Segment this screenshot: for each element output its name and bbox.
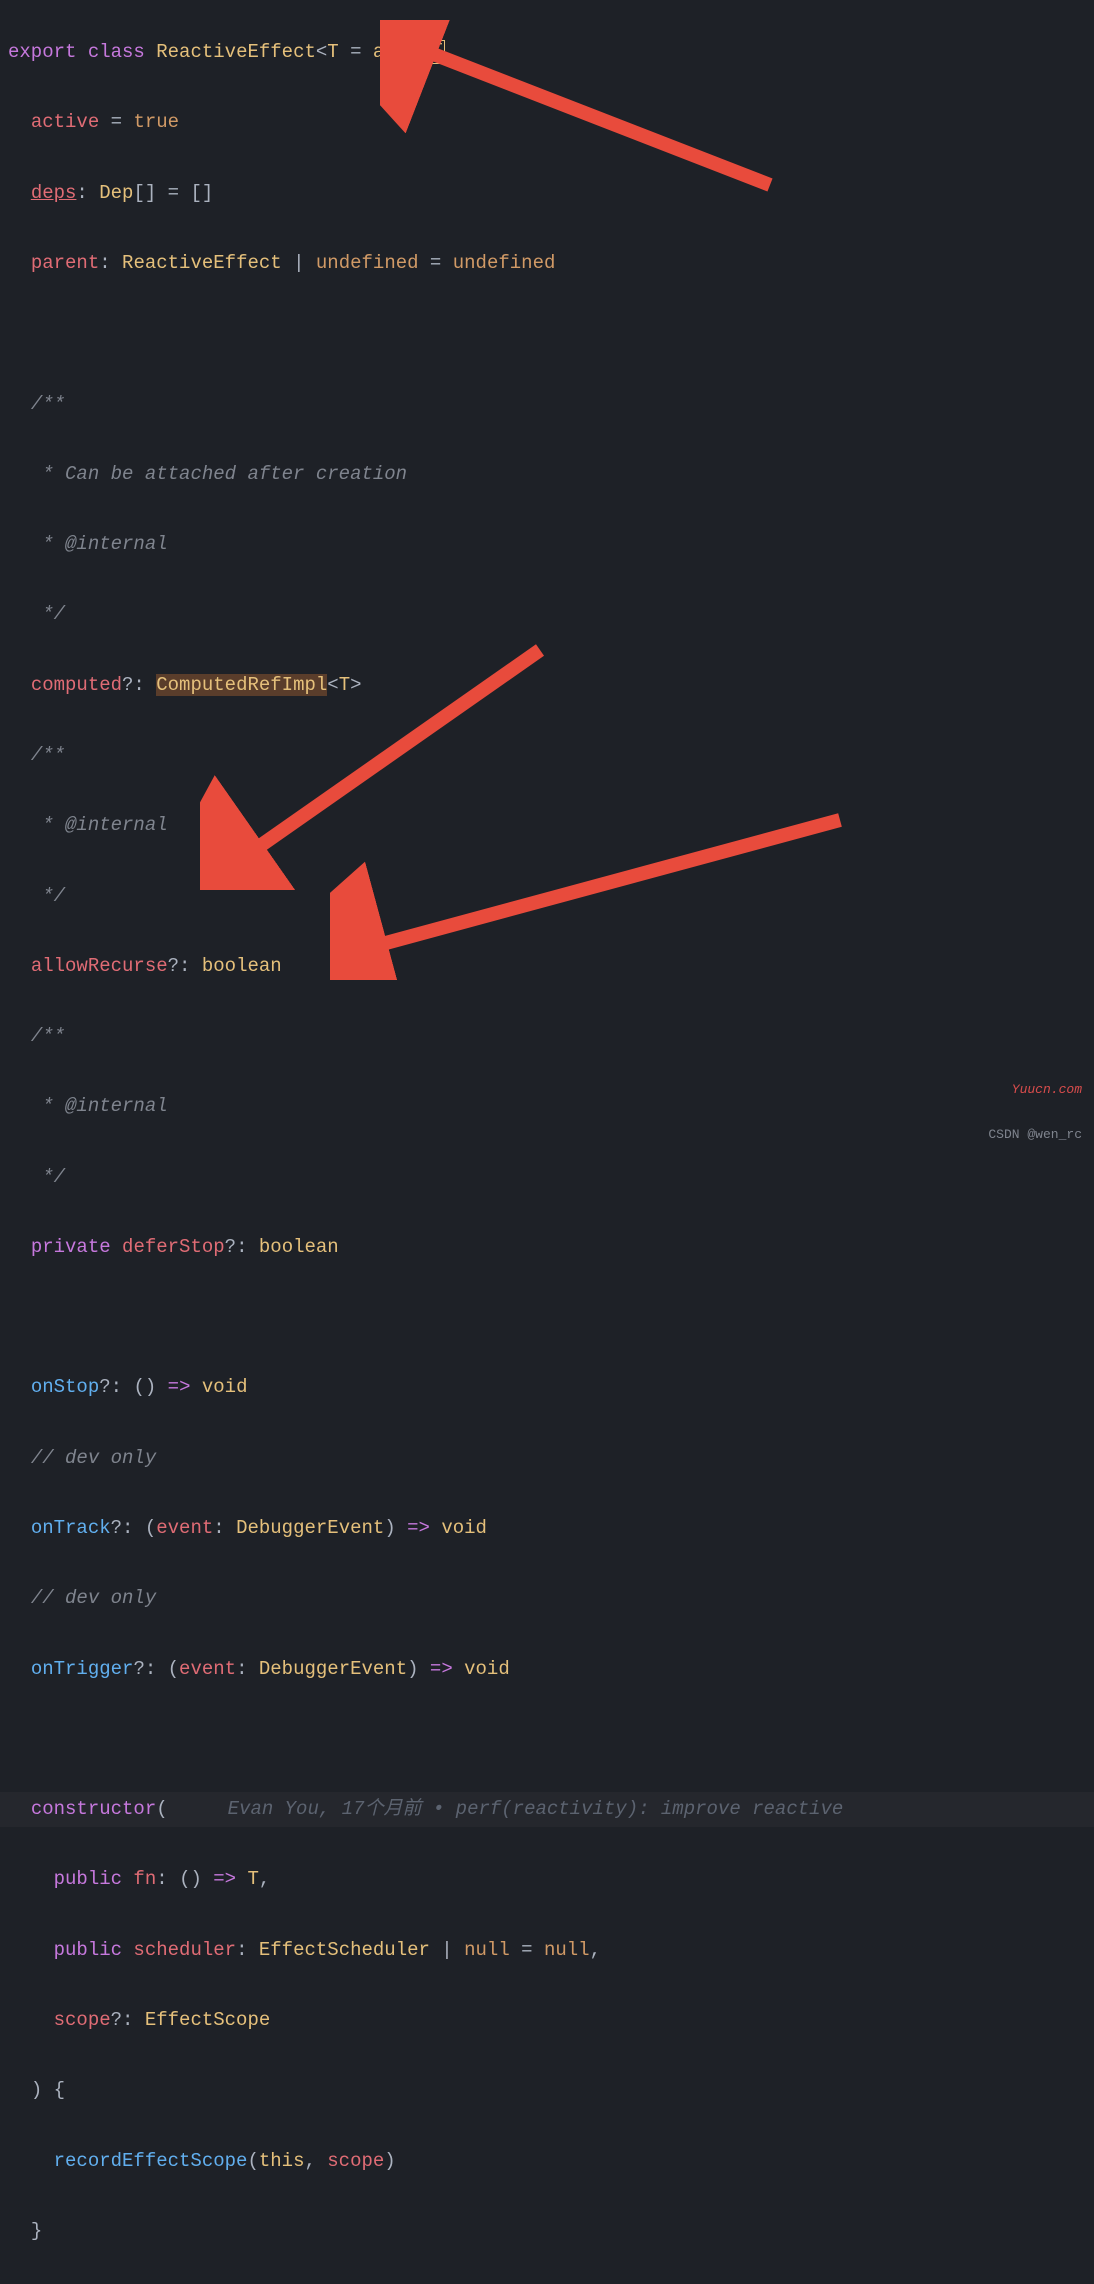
code-line: parent: ReactiveEffect | undefined = und… [0, 246, 1094, 281]
code-line: onTrigger?: (event: DebuggerEvent) => vo… [0, 1652, 1094, 1687]
keyword-class: class [88, 41, 145, 63]
code-line: * @internal [0, 808, 1094, 843]
code-line: } [0, 2214, 1094, 2249]
code-line: onStop?: () => void [0, 1370, 1094, 1405]
keyword-export: export [8, 41, 76, 63]
code-line: scope?: EffectScope [0, 2003, 1094, 2038]
code-line: export class ReactiveEffect<T = any> { [0, 35, 1094, 70]
code-line: deps: Dep[] = [] [0, 176, 1094, 211]
code-line [0, 1300, 1094, 1335]
code-line-highlighted: constructor(Evan You, 17个月前 • perf(react… [0, 1792, 1094, 1827]
code-line: */ [0, 597, 1094, 632]
code-line: active = true [0, 105, 1094, 140]
code-line: */ [0, 879, 1094, 914]
watermark-yuucn: Yuucn.com [1012, 1078, 1082, 1102]
cursor-bracket: { [419, 40, 446, 64]
jsdoc-comment: /** [31, 393, 65, 415]
code-line: * Can be attached after creation [0, 457, 1094, 492]
code-line: /** [0, 1019, 1094, 1054]
code-line: /** [0, 387, 1094, 422]
code-line: // dev only [0, 1441, 1094, 1476]
code-line: computed?: ComputedRefImpl<T> [0, 668, 1094, 703]
code-line: * @internal [0, 527, 1094, 562]
code-line: /** [0, 738, 1094, 773]
code-line: public fn: () => T, [0, 1862, 1094, 1897]
code-line [0, 316, 1094, 351]
keyword-constructor: constructor [31, 1798, 156, 1820]
watermark-csdn: CSDN @wen_rc [988, 1123, 1082, 1147]
code-line: private deferStop?: boolean [0, 1230, 1094, 1265]
code-line: * @internal [0, 1089, 1094, 1124]
code-line: */ [0, 1160, 1094, 1195]
code-line [0, 1722, 1094, 1757]
code-line: // dev only [0, 1581, 1094, 1616]
prop-deps: deps [31, 182, 77, 204]
git-blame-annotation: Evan You, 17个月前 • perf(reactivity): impr… [228, 1798, 844, 1820]
code-line: allowRecurse?: boolean [0, 949, 1094, 984]
code-line: recordEffectScope(this, scope) [0, 2144, 1094, 2179]
code-line: ) { [0, 2073, 1094, 2108]
code-line: onTrack?: (event: DebuggerEvent) => void [0, 1511, 1094, 1546]
class-name: ReactiveEffect [156, 41, 316, 63]
code-editor[interactable]: export class ReactiveEffect<T = any> { a… [0, 0, 1094, 2284]
type-computedrefimpl: ComputedRefImpl [156, 674, 327, 696]
code-line: public scheduler: EffectScheduler | null… [0, 1933, 1094, 1968]
